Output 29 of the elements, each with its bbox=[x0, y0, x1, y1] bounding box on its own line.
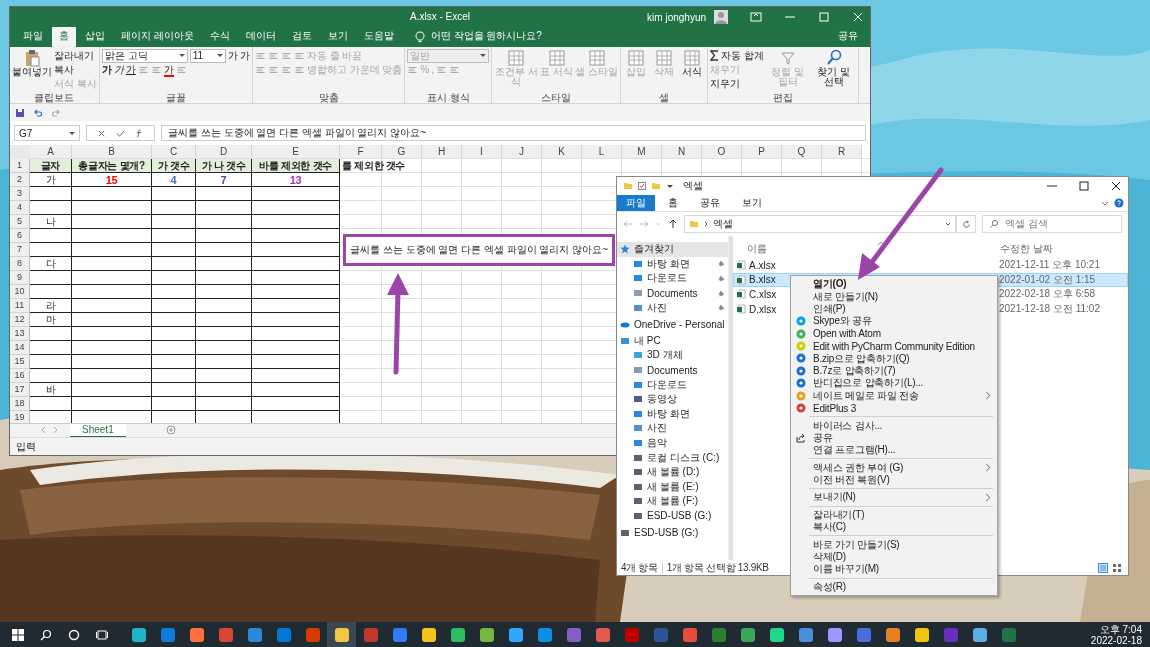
window-title: 엑셀 bbox=[683, 179, 703, 193]
table-cell-text: 바 bbox=[44, 383, 57, 396]
group-label: 클립보드 bbox=[33, 92, 76, 103]
status-text: 입력 bbox=[16, 439, 36, 454]
table-cell: 글자 bbox=[30, 159, 71, 172]
group-label: 표시 형식 bbox=[425, 92, 471, 103]
table-cell-text: 나 bbox=[44, 215, 57, 228]
table-cell: 바를 제외한 갯수 bbox=[252, 159, 339, 172]
table-cell-text: 가 bbox=[44, 173, 57, 186]
table-cell-text: 라 bbox=[44, 299, 57, 312]
table-cell-text: 를 제외한 갯수 bbox=[341, 159, 406, 172]
group-label: 글꼴 bbox=[164, 92, 187, 103]
table-cell-text: 7 bbox=[219, 173, 228, 186]
group-label: 맞춤 bbox=[317, 92, 340, 103]
table-cell: 총글자는 몇개? bbox=[72, 159, 151, 172]
table-cell: 가 나 갯수 bbox=[196, 159, 251, 172]
table-cell-text: 15 bbox=[104, 173, 119, 186]
window-title: A.xlsx - Excel bbox=[410, 11, 470, 22]
status-text: 4개 항목 bbox=[621, 560, 658, 575]
group-label: 셀 bbox=[657, 92, 670, 103]
table-cell: 가 갯수 bbox=[152, 159, 195, 172]
status-text: 1개 항목 선택함 13.9KB bbox=[666, 560, 769, 575]
group-label: 스타일 bbox=[540, 92, 573, 103]
table-cell-text: 4 bbox=[169, 173, 178, 186]
table-cell-text: 다 bbox=[44, 257, 57, 270]
user-name: kim jonghyun bbox=[647, 11, 706, 23]
group-label: 편집 bbox=[771, 92, 794, 103]
table-cell-text: 13 bbox=[288, 173, 303, 186]
table-cell-text: 마 bbox=[44, 313, 57, 326]
